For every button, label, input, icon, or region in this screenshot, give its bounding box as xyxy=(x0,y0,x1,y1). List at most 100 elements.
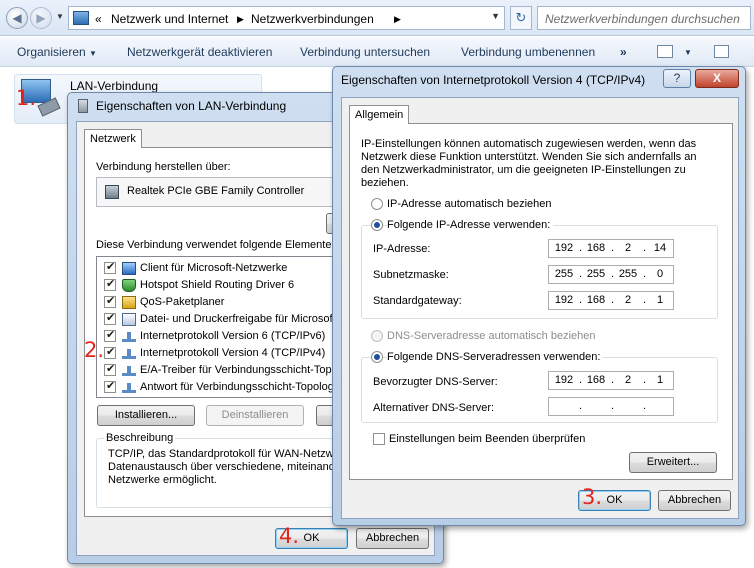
qos-scheduler-icon xyxy=(122,296,136,309)
tab-general[interactable]: Allgemein xyxy=(349,105,410,124)
organize-menu[interactable]: Organisieren ▼ xyxy=(17,45,97,59)
list-item[interactable]: E/A-Treiber für Verbindungsschicht-Topo xyxy=(97,362,365,379)
intro-line: den Netzwerkadministrator, um die geeign… xyxy=(361,164,686,176)
ipv4-cancel-button[interactable]: Abbrechen xyxy=(658,490,731,511)
list-item[interactable]: QoS-Paketplaner xyxy=(97,294,365,311)
list-item[interactable]: Hotspot Shield Routing Driver 6 xyxy=(97,277,365,294)
address-field[interactable]: « Netzwerk und Internet ▶ Netzwerkverbin… xyxy=(68,6,505,30)
ip-octet: 192 xyxy=(554,374,574,386)
protocol-icon xyxy=(122,364,136,377)
list-item[interactable]: Datei- und Druckerfreigabe für Microsoft… xyxy=(97,311,365,328)
components-list[interactable]: Client für Microsoft-Netzwerke Hotspot S… xyxy=(96,256,366,398)
ip-octet: 255 xyxy=(618,268,638,280)
control-panel-icon xyxy=(73,11,89,25)
intro-line: IP-Einstellungen können automatisch zuge… xyxy=(361,138,697,150)
uninstall-button[interactable]: Deinstallieren xyxy=(206,405,304,426)
network-client-icon xyxy=(122,262,136,275)
help-button[interactable]: ? xyxy=(663,69,691,88)
gateway-field[interactable]: 192. 168. 2. 1 xyxy=(548,291,674,310)
change-view-icon[interactable] xyxy=(657,45,673,58)
component-checkbox[interactable] xyxy=(104,328,116,342)
ip-auto-radio[interactable] xyxy=(371,198,383,210)
validate-settings-checkbox[interactable] xyxy=(373,433,385,445)
list-item[interactable]: Internetprotokoll Version 6 (TCP/IPv6) xyxy=(97,328,365,345)
component-checkbox[interactable] xyxy=(104,311,116,325)
rename-connection-button[interactable]: Verbindung umbenennen xyxy=(461,45,595,59)
ip-octet: 2 xyxy=(624,374,632,386)
tab-network[interactable]: Netzwerk xyxy=(84,129,142,148)
file-printer-share-icon xyxy=(122,313,136,326)
refresh-button[interactable]: ↻ xyxy=(510,6,532,30)
ip-octet: 1 xyxy=(656,294,664,306)
step-marker-3: 3. xyxy=(582,485,603,509)
ipv4-dialog-title: Eigenschaften von Internetprotokoll Vers… xyxy=(341,73,646,87)
ip-address-field[interactable]: 192. 168. 2. 14 xyxy=(548,239,674,258)
intro-line: Netzwerk diese Funktion unterstützt. Wen… xyxy=(361,151,697,163)
dns-manual-radio[interactable] xyxy=(371,351,383,363)
breadcrumb-overflow[interactable]: « xyxy=(95,12,102,26)
install-button[interactable]: Installieren... xyxy=(97,405,195,426)
list-item[interactable]: Internetprotokoll Version 4 (TCP/IPv4) xyxy=(97,345,365,362)
component-checkbox[interactable] xyxy=(104,277,116,291)
validate-settings-label: Einstellungen beim Beenden überprüfen xyxy=(389,433,586,445)
ip-octet: 192 xyxy=(554,242,574,254)
ip-octet: 168 xyxy=(586,242,606,254)
step-marker-1: 1. xyxy=(16,86,37,110)
component-label: Internetprotokoll Version 6 (TCP/IPv6) xyxy=(140,330,326,342)
lan-dialog-title: Eigenschaften von LAN-Verbindung xyxy=(96,99,287,113)
adapter-box: Realtek PCIe GBE Family Controller xyxy=(96,177,366,207)
close-button[interactable]: X xyxy=(695,69,739,88)
ip-octet: 2 xyxy=(624,294,632,306)
breadcrumb-separator-icon[interactable]: ▶ xyxy=(237,14,244,25)
protocol-icon xyxy=(122,330,136,343)
component-checkbox[interactable] xyxy=(104,379,116,393)
network-connection-icon xyxy=(78,99,88,113)
step-marker-4: 4. xyxy=(279,524,300,548)
disable-device-button[interactable]: Netzwerkgerät deaktivieren xyxy=(127,45,272,59)
recent-pages-dropdown-icon[interactable]: ▼ xyxy=(56,12,64,21)
breadcrumb-network-internet[interactable]: Netzwerk und Internet xyxy=(111,12,228,26)
preview-pane-icon[interactable] xyxy=(714,45,729,58)
ip-octet: 168 xyxy=(586,374,606,386)
alternate-dns-field[interactable]: ... xyxy=(548,397,674,416)
description-title: Beschreibung xyxy=(104,432,176,444)
ip-octet: 255 xyxy=(554,268,574,280)
address-dropdown-icon[interactable]: ▼ xyxy=(491,11,500,21)
lan-cancel-button[interactable]: Abbrechen xyxy=(356,528,429,549)
ip-octet: 168 xyxy=(586,294,606,306)
component-checkbox[interactable] xyxy=(104,260,116,274)
dns-manual-label: Folgende DNS-Serveradressen verwenden: xyxy=(387,351,604,363)
subnet-label: Subnetzmaske: xyxy=(373,269,449,281)
gateway-label: Standardgateway: xyxy=(373,295,462,307)
back-button[interactable]: ◀ xyxy=(6,7,28,29)
ip-octet: 2 xyxy=(624,242,632,254)
ip-manual-radio[interactable] xyxy=(371,219,383,231)
list-item[interactable]: Client für Microsoft-Netzwerke xyxy=(97,260,365,277)
dns-auto-radio[interactable] xyxy=(371,330,383,342)
refresh-icon: ↻ xyxy=(515,10,527,25)
component-checkbox[interactable] xyxy=(104,294,116,308)
step-marker-2: 2. xyxy=(84,338,105,362)
forward-arrow-icon: ▶ xyxy=(36,11,46,25)
elements-label: Diese Verbindung verwendet folgende Elem… xyxy=(96,239,335,251)
chevron-down-icon: ▼ xyxy=(89,49,97,58)
more-commands-button[interactable]: » xyxy=(620,45,627,59)
diagnose-connection-button[interactable]: Verbindung untersuchen xyxy=(300,45,430,59)
component-checkbox[interactable] xyxy=(104,345,116,359)
search-input[interactable]: Netzwerkverbindungen durchsuchen xyxy=(537,6,751,30)
protocol-icon xyxy=(122,381,136,394)
breadcrumb-network-connections[interactable]: Netzwerkverbindungen xyxy=(251,12,374,26)
component-checkbox[interactable] xyxy=(104,362,116,376)
advanced-button[interactable]: Erweitert... xyxy=(629,452,717,473)
forward-button[interactable]: ▶ xyxy=(30,7,52,29)
preferred-dns-field[interactable]: 192. 168. 2. 1 xyxy=(548,371,674,390)
organize-label: Organisieren xyxy=(17,45,86,59)
preferred-dns-label: Bevorzugter DNS-Server: xyxy=(373,376,498,388)
subnet-field[interactable]: 255. 255. 255. 0 xyxy=(548,265,674,284)
ip-octet: 0 xyxy=(656,268,664,280)
view-dropdown-icon[interactable]: ▼ xyxy=(684,48,692,57)
breadcrumb-separator-icon[interactable]: ▶ xyxy=(394,14,401,25)
back-arrow-icon: ◀ xyxy=(12,11,22,25)
shield-driver-icon xyxy=(122,279,136,292)
list-item[interactable]: Antwort für Verbindungsschicht-Topologie xyxy=(97,379,365,396)
